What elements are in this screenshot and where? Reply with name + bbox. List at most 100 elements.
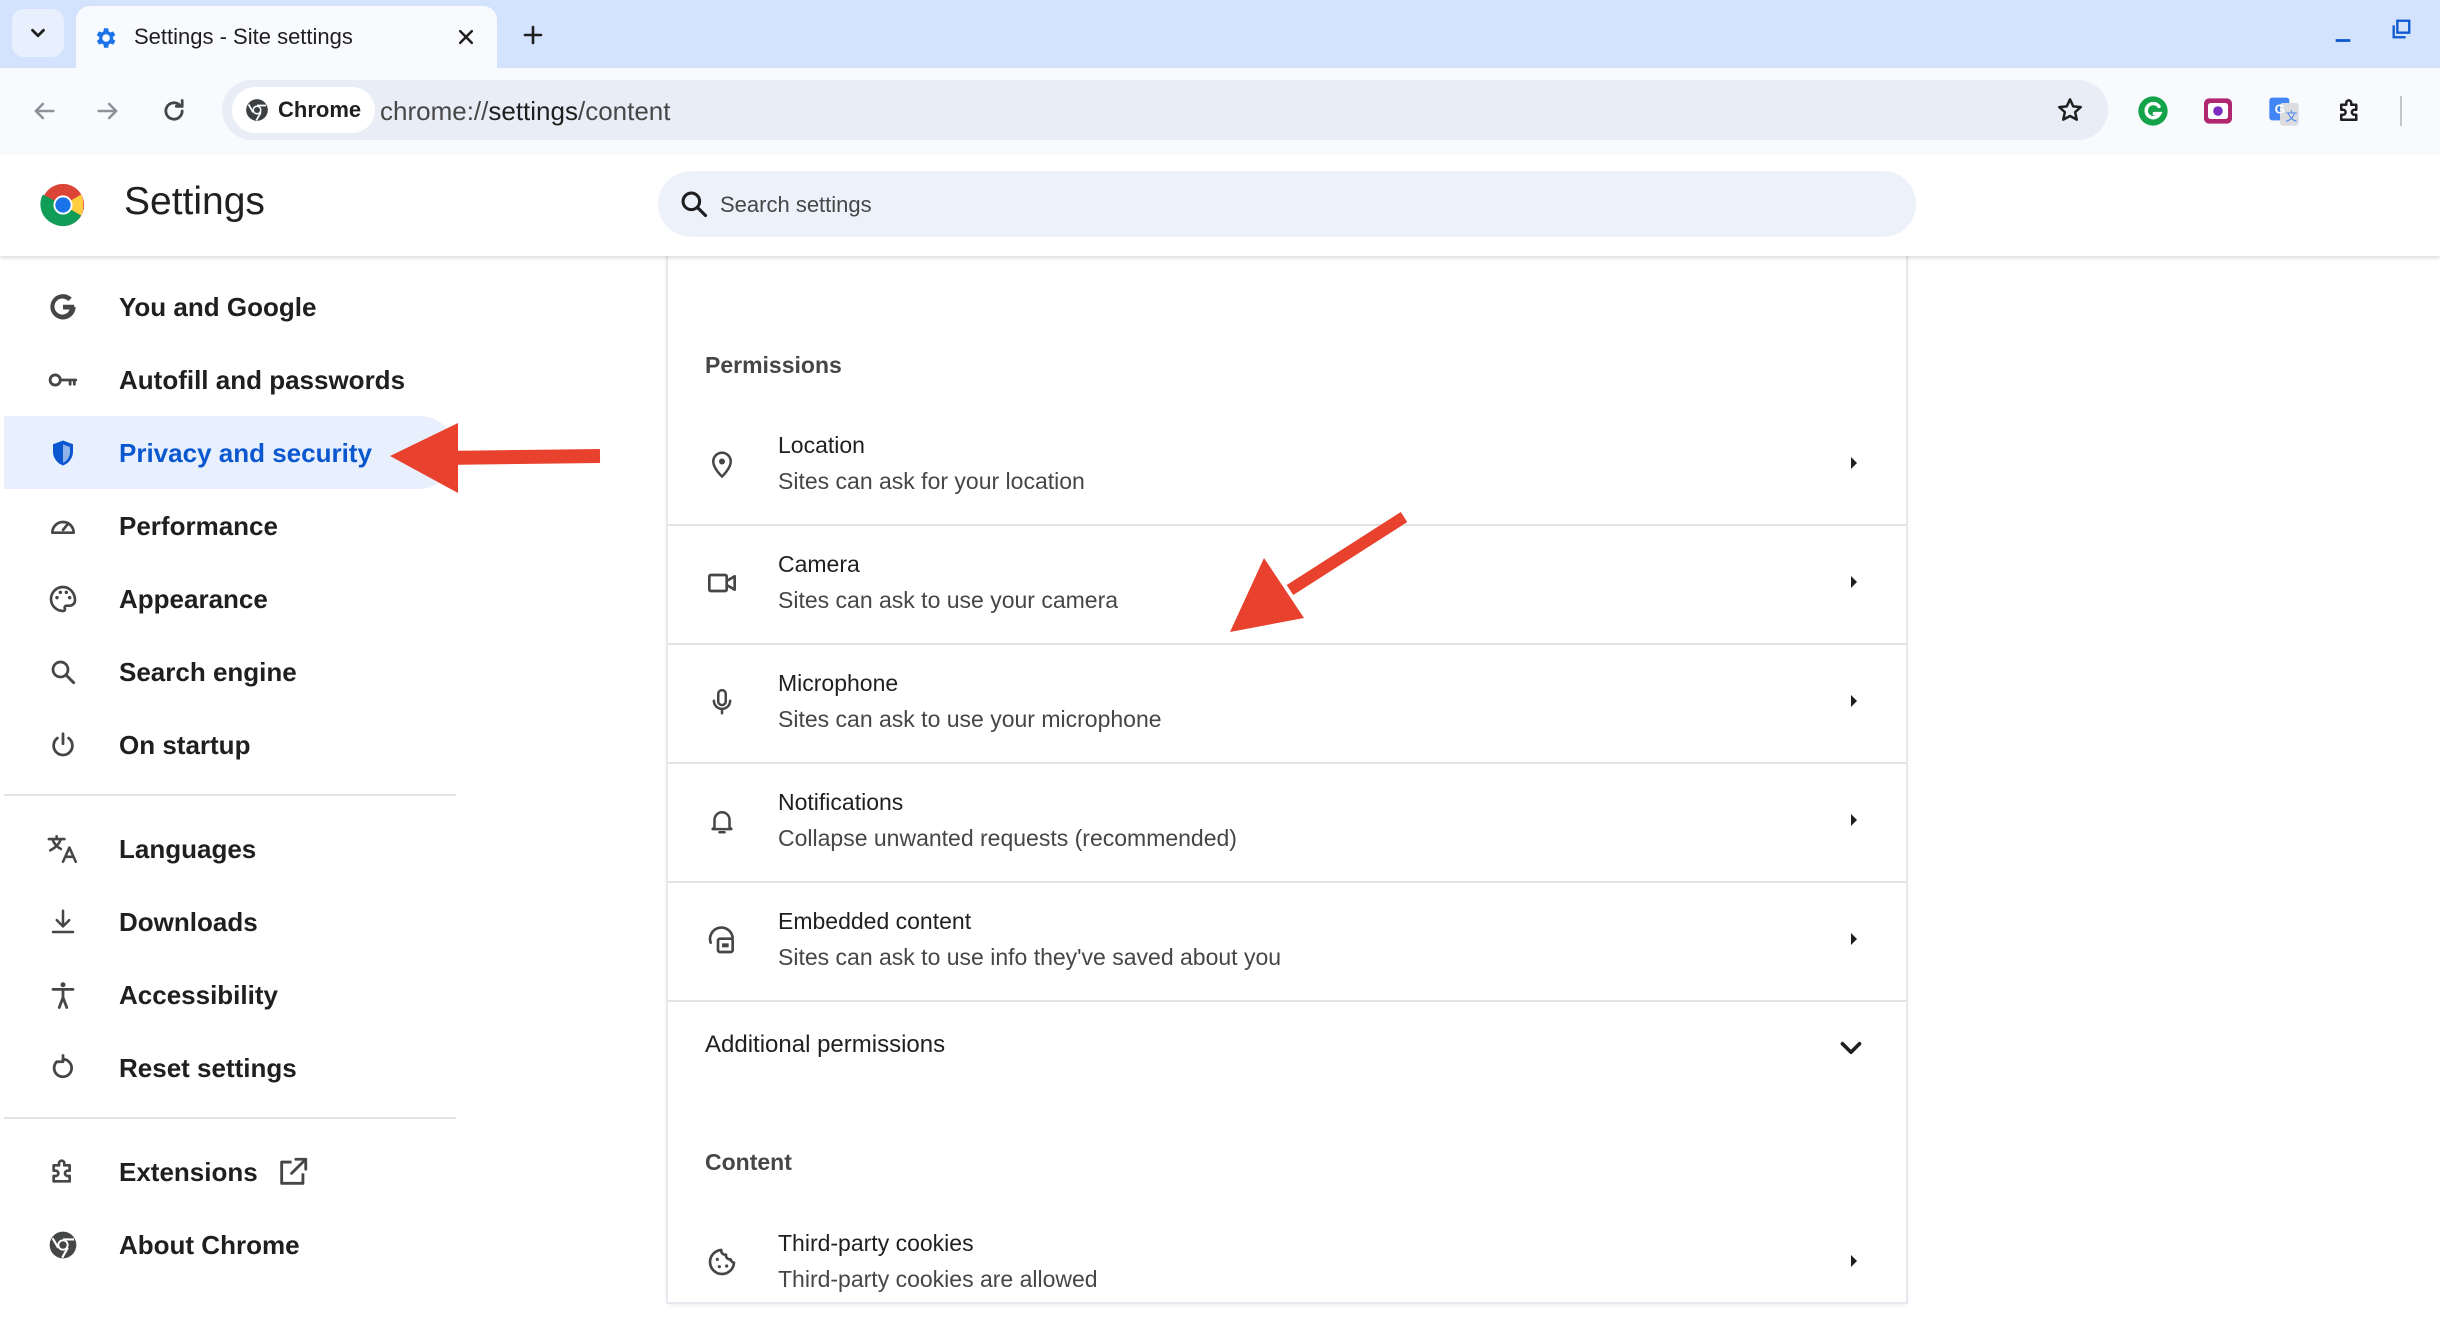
sidebar-item-label: About Chrome <box>119 1230 300 1260</box>
sidebar-divider <box>4 1117 456 1119</box>
settings-search-input[interactable] <box>718 171 1892 239</box>
open-in-new-icon <box>280 1157 308 1185</box>
url-path: /content <box>577 96 671 126</box>
sidebar-item-label: Accessibility <box>119 980 278 1010</box>
sidebar-item-search-engine[interactable]: Search engine <box>4 635 456 708</box>
content-heading: Content <box>705 1149 792 1175</box>
sidebar-item-label: Reset settings <box>119 1053 297 1083</box>
sidebar-item-performance[interactable]: Performance <box>4 489 456 562</box>
sidebar-item-reset-settings[interactable]: Reset settings <box>4 1031 456 1104</box>
sidebar-item-appearance[interactable]: Appearance <box>4 562 456 635</box>
google-translate-icon: G文 <box>2269 97 2299 126</box>
permission-row-embedded-content[interactable]: Embedded content Sites can ask to use in… <box>668 882 1906 1000</box>
grammarly-extension-button[interactable] <box>2131 89 2175 133</box>
plus-icon <box>523 25 543 45</box>
site-chip-label: Chrome <box>278 97 362 122</box>
restore-icon <box>2392 19 2411 39</box>
url-text[interactable]: chrome://settings/content <box>380 96 671 127</box>
puzzle-icon <box>2340 99 2358 121</box>
sidebar-item-label: You and Google <box>119 292 317 322</box>
star-icon <box>2058 98 2082 121</box>
sidebar-item-you-and-google[interactable]: You and Google <box>4 270 456 343</box>
location-pin-icon <box>704 446 740 482</box>
svg-text:G: G <box>2275 102 2285 117</box>
permission-row-location[interactable]: Location Sites can ask for your location <box>668 406 1906 524</box>
arrow-right-icon <box>97 102 118 120</box>
url-scheme: chrome:// <box>380 96 489 126</box>
power-icon <box>46 728 80 762</box>
permission-row-camera[interactable]: Camera Sites can ask to use your camera <box>668 525 1906 643</box>
permission-subtitle: Sites can ask to use info they've saved … <box>778 944 1282 970</box>
grammarly-icon <box>2138 96 2168 126</box>
content-subtitle: Third-party cookies are allowed <box>778 1266 1098 1292</box>
arrow-right-icon <box>1851 576 1857 588</box>
site-info-chip[interactable]: Chrome <box>232 87 376 133</box>
active-tab[interactable]: Settings - Site settings <box>76 6 497 68</box>
restore-window-button[interactable] <box>2384 12 2418 46</box>
camera-icon <box>704 565 740 601</box>
permission-title: Notifications <box>778 789 904 815</box>
forward-button[interactable] <box>86 89 130 133</box>
permission-title: Camera <box>778 551 860 577</box>
search-icon <box>681 191 708 218</box>
permission-row-notifications[interactable]: Notifications Collapse unwanted requests… <box>668 763 1906 881</box>
permission-subtitle: Sites can ask for your location <box>778 468 1085 494</box>
sidebar-item-label: Downloads <box>119 907 258 937</box>
sidebar-item-label: Extensions <box>119 1157 258 1187</box>
sidebar-item-languages[interactable]: Languages <box>4 812 456 885</box>
content-row-third-party-cookies[interactable]: Third-party cookies Third-party cookies … <box>668 1204 1906 1322</box>
bookmark-star-button[interactable] <box>2052 92 2088 128</box>
site-settings-card: Permissions Location Sites can ask for y… <box>668 256 1906 1302</box>
translate-extension-button[interactable]: G文 <box>2262 89 2306 133</box>
sidebar-item-autofill[interactable]: Autofill and passwords <box>4 343 456 416</box>
sidebar-item-accessibility[interactable]: Accessibility <box>4 958 456 1031</box>
puzzle-icon <box>46 1155 80 1189</box>
tab-strip: Settings - Site settings <box>0 0 2440 68</box>
settings-search-box[interactable] <box>658 171 1916 239</box>
microphone-icon <box>704 684 740 720</box>
sidebar-item-label: Performance <box>119 511 278 541</box>
address-bar[interactable]: Chrome chrome://settings/content <box>222 80 2108 140</box>
tab-search-button[interactable] <box>12 9 64 57</box>
sidebar-item-label: Autofill and passwords <box>119 365 406 395</box>
settings-header: Settings <box>0 154 2440 256</box>
shield-icon <box>46 436 80 470</box>
arrow-right-icon <box>1851 933 1857 945</box>
toolbar-divider <box>2400 96 2402 126</box>
minimize-window-button[interactable] <box>2326 18 2360 52</box>
sidebar-divider <box>4 794 456 796</box>
permission-subtitle: Collapse unwanted requests (recommended) <box>778 825 1237 851</box>
sidebar-item-label: Languages <box>119 834 257 864</box>
arrow-right-icon <box>1851 814 1857 826</box>
reload-button[interactable] <box>152 89 196 133</box>
extensions-menu-button[interactable] <box>2328 89 2372 133</box>
minimize-icon <box>2335 39 2351 42</box>
close-tab-button[interactable] <box>451 22 481 52</box>
settings-sidebar: You and Google Autofill and passwords Pr… <box>0 256 460 1302</box>
camera-extension-button[interactable] <box>2196 89 2240 133</box>
permission-row-microphone[interactable]: Microphone Sites can ask to use your mic… <box>668 644 1906 762</box>
sidebar-item-about-chrome[interactable]: About Chrome <box>4 1208 456 1281</box>
tab-title: Settings - Site settings <box>134 24 353 49</box>
new-tab-button[interactable] <box>514 16 552 54</box>
back-button[interactable] <box>22 89 66 133</box>
sidebar-item-extensions[interactable]: Extensions <box>4 1135 456 1208</box>
content-title: Third-party cookies <box>778 1230 974 1256</box>
sidebar-item-on-startup[interactable]: On startup <box>4 708 456 781</box>
close-icon <box>458 29 474 45</box>
sidebar-item-privacy-and-security[interactable]: Privacy and security <box>4 416 456 489</box>
arrow-right-icon <box>1851 457 1857 469</box>
permissions-heading: Permissions <box>705 352 842 378</box>
chevron-down-icon <box>1840 1041 1862 1055</box>
chrome-icon <box>46 1228 80 1262</box>
url-host: settings <box>488 96 578 126</box>
reset-icon <box>46 1051 80 1085</box>
gear-icon <box>96 28 116 48</box>
accessibility-icon <box>46 978 80 1012</box>
additional-permissions-expander[interactable]: Additional permissions <box>668 1001 1906 1091</box>
chevron-down-icon <box>31 28 45 38</box>
google-g-icon <box>46 290 80 324</box>
embedded-content-icon <box>704 922 740 958</box>
download-icon <box>46 905 80 939</box>
sidebar-item-downloads[interactable]: Downloads <box>4 885 456 958</box>
